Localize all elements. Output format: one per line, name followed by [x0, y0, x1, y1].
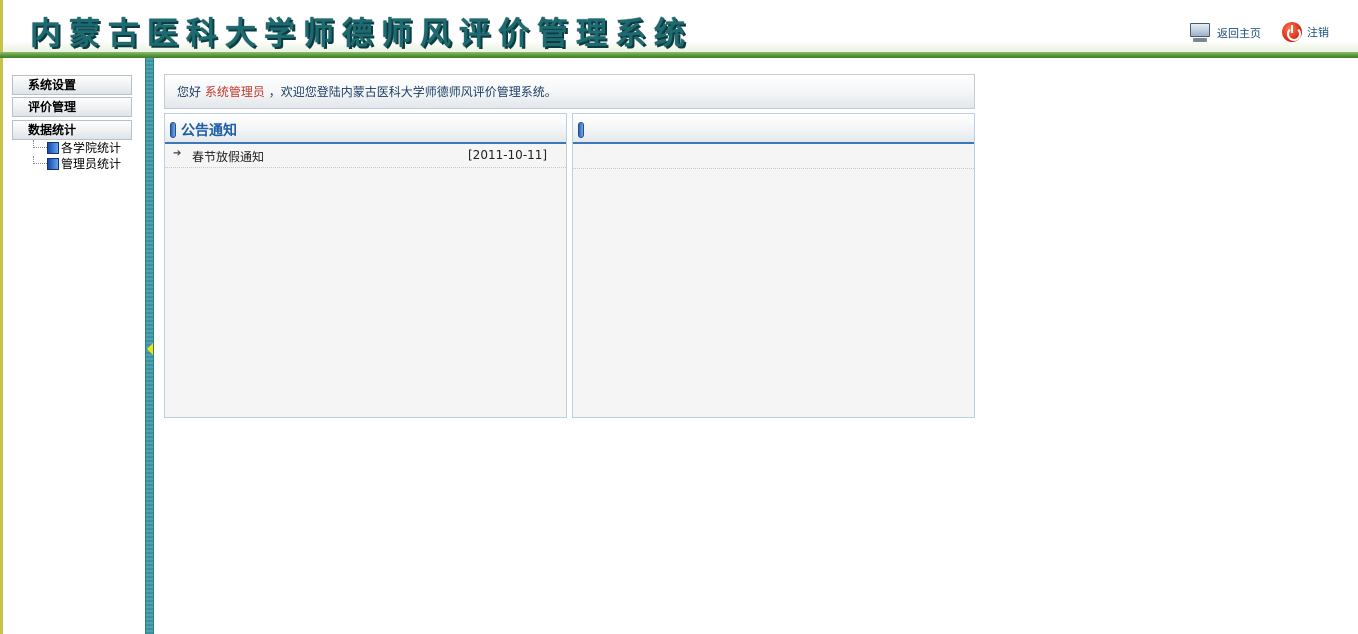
notice-item[interactable]: ➔ 春节放假通知 [2011-10-11]	[165, 144, 566, 168]
notice-item-date: [2011-10-11]	[468, 148, 548, 162]
menu-data-statistics[interactable]: 数据统计	[12, 120, 132, 140]
tree-branch-line	[33, 156, 47, 164]
sidebar: 系统设置 评价管理 数据统计 各学院统计 管理员统计	[3, 58, 145, 634]
welcome-prefix: 您好	[177, 85, 202, 99]
header-left-edge	[0, 0, 3, 58]
header-divider	[0, 52, 1358, 58]
tree-item-college-stats[interactable]: 各学院统计	[33, 140, 121, 155]
collapse-arrow-icon[interactable]	[147, 343, 153, 355]
menu-system-settings[interactable]: 系统设置	[12, 75, 132, 95]
tree-branch-line	[33, 140, 47, 148]
power-icon	[1282, 22, 1302, 42]
right-panel-header	[573, 114, 974, 144]
home-link-label: 返回主页	[1217, 27, 1261, 40]
tree-item-label: 管理员统计	[61, 157, 122, 171]
welcome-username: 系统管理员	[204, 85, 265, 99]
arrow-right-icon: ➔	[173, 148, 182, 159]
sidebar-splitter[interactable]	[145, 58, 154, 634]
book-icon	[47, 157, 59, 170]
logout-link-label: 注销	[1307, 26, 1329, 39]
right-panel	[572, 113, 975, 418]
panel-marker-icon	[578, 122, 584, 138]
notice-item-title[interactable]: 春节放假通知	[192, 148, 264, 165]
header-bar: 内蒙古医科大学师德师风评价管理系统 返回主页 注销	[0, 0, 1358, 58]
panel-marker-icon	[170, 122, 176, 138]
notice-panel: 公告通知 ➔ 春节放假通知 [2011-10-11]	[164, 113, 567, 418]
menu-evaluation-management[interactable]: 评价管理	[12, 97, 132, 117]
tree-item-admin-stats[interactable]: 管理员统计	[33, 156, 121, 171]
book-icon	[47, 141, 59, 154]
app-title: 内蒙古医科大学师德师风评价管理系统	[30, 16, 693, 52]
logout-link[interactable]: 注销	[1282, 22, 1329, 42]
welcome-bar: 您好 系统管理员 ，欢迎您登陆内蒙古医科大学师德师风评价管理系统。	[164, 74, 975, 109]
welcome-message: ，欢迎您登陆内蒙古医科大学师德师风评价管理系统。	[268, 85, 557, 99]
notice-panel-header: 公告通知	[165, 114, 566, 144]
home-link[interactable]: 返回主页	[1188, 22, 1261, 44]
notice-panel-title: 公告通知	[181, 123, 237, 139]
right-panel-empty-row	[573, 144, 974, 169]
monitor-icon	[1188, 22, 1212, 44]
tree-item-label: 各学院统计	[61, 141, 122, 155]
